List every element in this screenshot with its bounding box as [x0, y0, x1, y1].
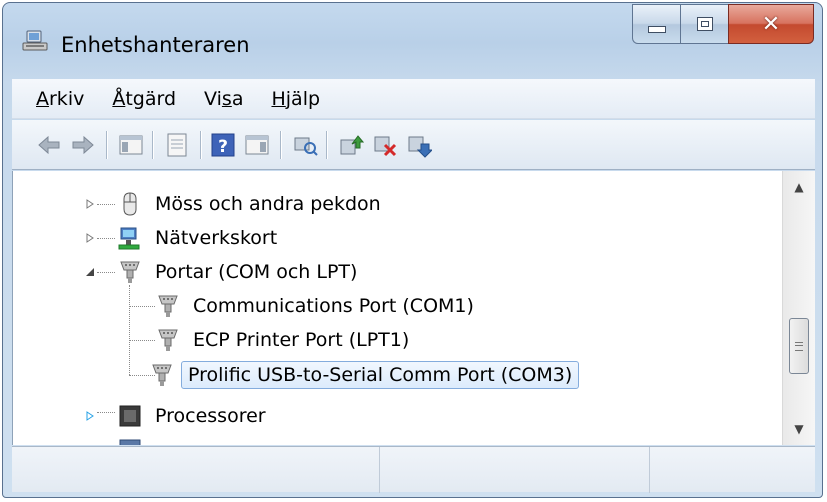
- scroll-down-button[interactable]: ▼: [783, 413, 815, 445]
- menu-atgard[interactable]: Åtgärd: [112, 88, 176, 110]
- scroll-thumb[interactable]: [789, 318, 809, 374]
- menu-hjalp-accel: H: [271, 87, 286, 110]
- menu-arkiv-accel: A: [36, 87, 49, 110]
- processor-icon: [119, 405, 141, 427]
- tree-node-partial: [117, 433, 149, 445]
- window-title: Enhetshanteraren: [61, 33, 250, 57]
- port-connector-icon: [152, 364, 172, 386]
- help-icon[interactable]: ?: [210, 132, 236, 158]
- menu-hjalp[interactable]: Hjälp: [271, 88, 320, 110]
- tree-line: [97, 238, 115, 239]
- toolbar-separator: [280, 131, 281, 159]
- menu-arkiv-rest: rkiv: [49, 87, 85, 110]
- port-connector-icon: [120, 261, 140, 283]
- tree-node-com1[interactable]: Communications Port (COM1): [155, 289, 480, 323]
- close-icon: ✕: [761, 11, 781, 37]
- vertical-scrollbar[interactable]: ▲ ▼: [782, 171, 815, 445]
- tree-line: [97, 412, 115, 413]
- device-tree[interactable]: Möss och andra pekdon Nätverkskort Porta…: [12, 171, 782, 445]
- tree-node-label: Möss och andra pekdon: [155, 193, 381, 215]
- expanded-chevron-icon[interactable]: [85, 267, 95, 277]
- device-manager-window: Enhetshanteraren ✕ Arkiv Åtgärd Visa Hjä…: [2, 2, 823, 498]
- menu-visa-accel: s: [221, 87, 232, 110]
- toolbar-separator: [106, 131, 107, 159]
- tree-line: [129, 306, 155, 307]
- toolbar-separator: [200, 131, 201, 159]
- menu-arkiv[interactable]: Arkiv: [36, 88, 84, 110]
- maximize-button[interactable]: [680, 4, 728, 44]
- show-action-pane-icon[interactable]: [244, 132, 270, 158]
- toolbar-separator: [326, 131, 327, 159]
- status-pane: [12, 447, 380, 493]
- arrow-down-icon: ▼: [794, 422, 804, 436]
- back-arrow-icon[interactable]: [36, 132, 62, 158]
- close-button[interactable]: ✕: [728, 4, 814, 44]
- port-connector-icon: [158, 295, 178, 317]
- menu-bar: Arkiv Åtgärd Visa Hjälp: [12, 79, 815, 119]
- menu-visa[interactable]: Visa: [204, 88, 243, 110]
- status-pane: [650, 447, 815, 493]
- tree-node-label: Prolific USB-to-Serial Comm Port (COM3): [181, 361, 580, 389]
- tree-node-label: Nätverkskort: [155, 227, 278, 249]
- minimize-icon: [647, 25, 666, 33]
- collapsed-chevron-icon[interactable]: [85, 411, 95, 421]
- tree-line: [97, 204, 115, 205]
- tree-node-label: Portar (COM och LPT): [155, 261, 358, 283]
- scan-hardware-changes-icon[interactable]: [292, 132, 318, 158]
- tree-node-network-adapters[interactable]: Nätverkskort: [117, 221, 283, 255]
- tree-line: [129, 340, 155, 341]
- tree-node-ports[interactable]: Portar (COM och LPT): [117, 255, 363, 289]
- arrow-up-icon: ▲: [794, 180, 804, 194]
- title-bar[interactable]: Enhetshanteraren ✕: [3, 3, 822, 79]
- tree-line: [97, 272, 115, 273]
- disable-device-icon[interactable]: [372, 132, 398, 158]
- scroll-up-button[interactable]: ▲: [783, 171, 815, 203]
- toolbar: ?: [12, 120, 815, 170]
- network-adapter-icon: [118, 227, 140, 250]
- menu-atgard-rest: tgärd: [125, 87, 177, 110]
- status-bar: [12, 446, 815, 493]
- tree-node-lpt1[interactable]: ECP Printer Port (LPT1): [155, 323, 415, 357]
- properties-icon[interactable]: [164, 132, 190, 158]
- show-hide-console-tree-icon[interactable]: [118, 132, 144, 158]
- maximize-icon: [696, 17, 713, 31]
- status-pane: [380, 447, 650, 493]
- tree-node-mice[interactable]: Möss och andra pekdon: [117, 187, 387, 221]
- forward-arrow-icon[interactable]: [70, 132, 96, 158]
- minimize-button[interactable]: [632, 4, 680, 44]
- svg-text:?: ?: [218, 137, 228, 157]
- collapsed-chevron-icon[interactable]: [85, 233, 95, 243]
- device-category-icon: [119, 439, 141, 445]
- port-connector-icon: [158, 329, 178, 351]
- grip-icon: [795, 341, 803, 351]
- uninstall-device-icon[interactable]: [406, 132, 432, 158]
- tree-line: [129, 285, 130, 375]
- tree-node-com3[interactable]: Prolific USB-to-Serial Comm Port (COM3): [149, 358, 580, 392]
- toolbar-separator: [152, 131, 153, 159]
- menu-atgard-accel: Å: [112, 87, 126, 110]
- update-driver-icon[interactable]: [338, 132, 364, 158]
- tree-node-label: Processorer: [155, 405, 266, 427]
- tree-node-processors[interactable]: Processorer: [117, 399, 272, 433]
- mouse-icon: [123, 192, 137, 216]
- collapsed-chevron-icon[interactable]: [85, 199, 95, 209]
- device-manager-app-icon: [22, 30, 48, 51]
- tree-node-label: Communications Port (COM1): [193, 295, 474, 317]
- tree-node-label: ECP Printer Port (LPT1): [193, 329, 410, 351]
- caption-buttons: ✕: [632, 4, 814, 44]
